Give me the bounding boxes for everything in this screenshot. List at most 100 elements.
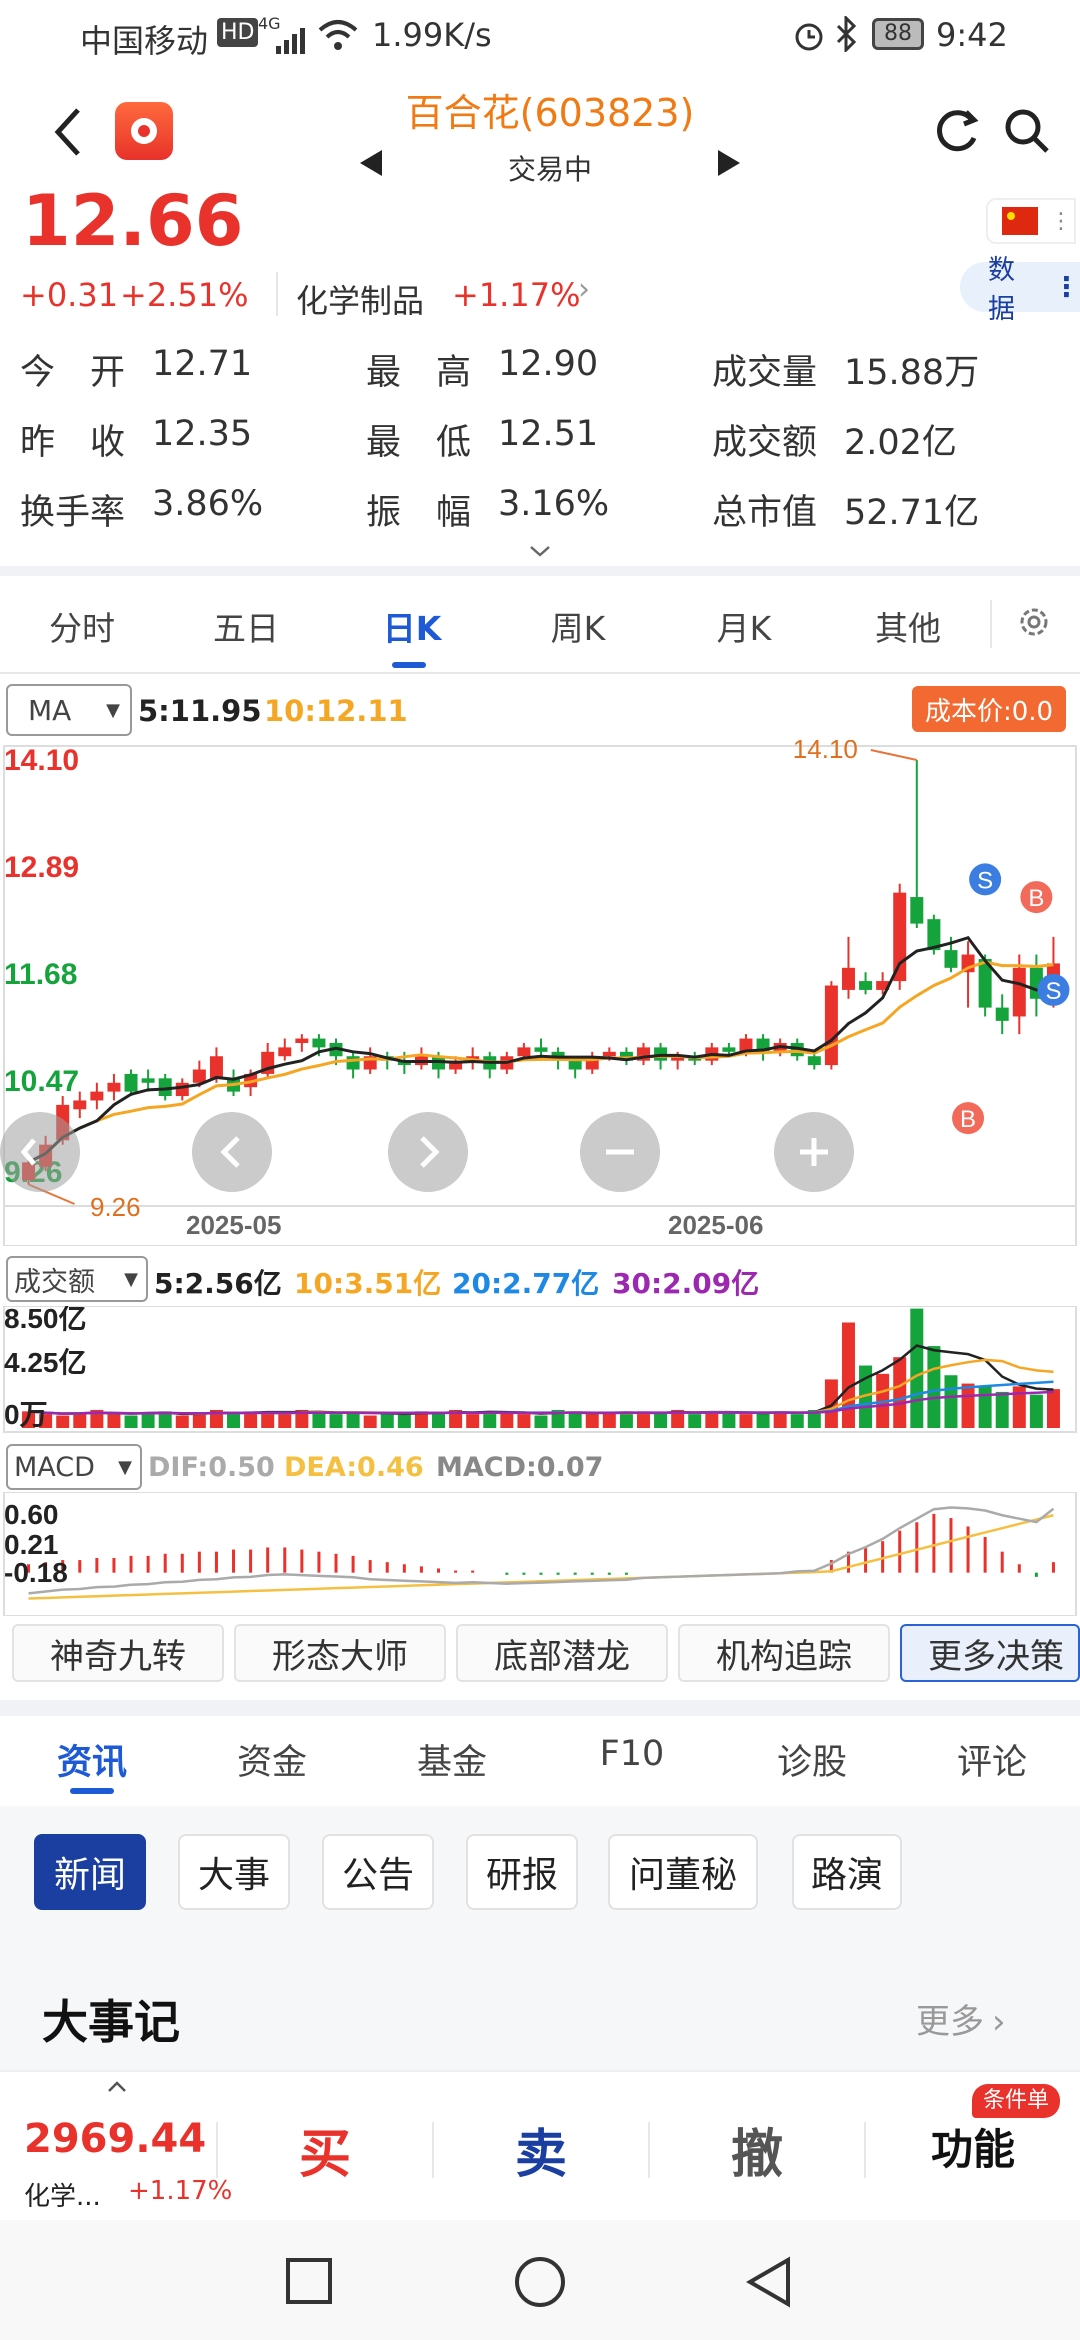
volume-bar: [380, 1412, 394, 1428]
refresh-icon[interactable]: [932, 106, 982, 156]
x-tick-label: 2025-05: [186, 1210, 281, 1240]
tab-news[interactable]: 资讯: [32, 1734, 152, 1785]
tab-wuri[interactable]: 五日: [186, 602, 306, 650]
candle-body: [90, 1091, 104, 1101]
zoom-in-icon[interactable]: [774, 1112, 854, 1192]
volume-bar: [192, 1414, 206, 1428]
alarm-icon: [795, 23, 823, 51]
sector-name[interactable]: 化学制品: [296, 276, 424, 322]
macd-dif-legend: DIF:0.50: [148, 1452, 275, 1483]
expand-up-icon[interactable]: [106, 2080, 128, 2094]
function-button[interactable]: 功能: [918, 2116, 1028, 2177]
zoom-reset-icon[interactable]: [0, 1112, 80, 1192]
volume-bar: [688, 1414, 702, 1428]
chart-settings-gear-icon[interactable]: [1014, 602, 1054, 642]
indicator-select-volume[interactable]: 成交额 ▼: [6, 1256, 148, 1302]
data-button-label: 数据: [988, 255, 1015, 325]
section-gap: [0, 566, 1080, 576]
tool-bottom-dragon[interactable]: 底部潜龙: [456, 1624, 668, 1682]
stock-title: 百合花(603823): [405, 91, 695, 135]
stat-value: 15.88万: [844, 353, 980, 393]
indicator-select-ma[interactable]: MA ▼: [6, 684, 132, 736]
stat-label: 成交量: [712, 353, 818, 393]
candle-body: [192, 1069, 206, 1083]
macd-y-tick: 0.60: [4, 1499, 59, 1530]
candle-body: [910, 897, 924, 924]
stat-value: 2.02亿: [844, 423, 957, 463]
quote-divider: [276, 272, 278, 316]
cost-price-button[interactable]: 成本价:0.0: [912, 686, 1066, 732]
candlestick-chart[interactable]: 14.1012.8911.6810.479.2614.109.262025-05…: [0, 740, 1080, 1246]
index-value[interactable]: 2969.44: [24, 2116, 206, 2162]
logo-icon: [131, 118, 157, 144]
sector-chevron-icon[interactable]: ›: [578, 272, 590, 307]
tabs-divider: [990, 600, 992, 648]
events-more-link[interactable]: 更多 ›: [916, 1994, 1006, 2043]
tool-pattern-master[interactable]: 形态大师: [234, 1624, 446, 1682]
tab-funds[interactable]: 资金: [212, 1734, 332, 1785]
chip-news[interactable]: 新闻: [34, 1834, 146, 1910]
search-icon[interactable]: [1002, 106, 1052, 156]
data-button[interactable]: 数据 ⋮: [960, 255, 1080, 325]
back-icon[interactable]: [50, 104, 86, 160]
stat-value: 12.35: [152, 414, 253, 454]
data-menu-icon: ⋮: [1053, 271, 1080, 303]
candle-body: [124, 1073, 138, 1092]
volume-bar: [705, 1412, 719, 1428]
volume-bar: [756, 1412, 770, 1428]
cancel-order-button[interactable]: 撤: [722, 2112, 792, 2187]
tab-monthly-k[interactable]: 月K: [684, 602, 804, 650]
status-bar: 中国移动 HD 4G 1.99K/s 88 9:42: [0, 0, 1080, 72]
tab-other[interactable]: 其他: [848, 602, 968, 650]
volume-bar: [619, 1414, 633, 1428]
buy-button[interactable]: 买: [290, 2112, 360, 2187]
sell-button[interactable]: 卖: [506, 2112, 576, 2187]
tab-daily-k[interactable]: 日K: [352, 602, 472, 650]
index-name[interactable]: 化学...: [24, 2176, 101, 2213]
dropdown-arrow-icon: ▼: [124, 1268, 138, 1290]
indicator-select-macd[interactable]: MACD ▼: [6, 1444, 142, 1490]
info-tabs: 资讯 资金 基金 F10 诊股 评论: [0, 1716, 1080, 1806]
chip-research[interactable]: 研报: [466, 1834, 578, 1910]
tab-f10[interactable]: F10: [572, 1734, 692, 1774]
sector-change-pct[interactable]: +1.17%: [452, 276, 580, 314]
pan-right-icon[interactable]: [388, 1112, 468, 1192]
market-flag[interactable]: ⋮: [986, 198, 1076, 244]
candle-body: [944, 950, 958, 968]
volume-bar: [961, 1383, 975, 1428]
chart-period-tabs: 分时 五日 日K 周K 月K 其他: [0, 576, 1080, 672]
tab-fenshi[interactable]: 分时: [22, 602, 142, 650]
expand-stats-icon[interactable]: [528, 544, 552, 558]
home-icon[interactable]: [512, 2254, 568, 2310]
stat-value: 3.16%: [498, 484, 610, 524]
back-nav-icon[interactable]: [742, 2254, 798, 2310]
tool-institution-tracking[interactable]: 机构追踪: [678, 1624, 890, 1682]
tab-fund[interactable]: 基金: [392, 1734, 512, 1785]
chip-announcements[interactable]: 公告: [322, 1834, 434, 1910]
app-header: 百合花(603823) 交易中: [0, 72, 1080, 190]
recent-apps-icon[interactable]: [284, 2256, 334, 2306]
volume-bar: [1029, 1394, 1043, 1428]
vol-legend-30: 30:2.09亿: [612, 1267, 760, 1300]
prev-stock-icon[interactable]: [358, 148, 384, 178]
tool-magic-nine[interactable]: 神奇九转: [12, 1624, 224, 1682]
next-stock-icon[interactable]: [716, 148, 742, 178]
volume-bar: [278, 1414, 292, 1428]
chip-roadshow[interactable]: 路演: [792, 1834, 902, 1910]
chip-ask-secretary[interactable]: 问董秘: [608, 1834, 758, 1910]
tab-diagnose[interactable]: 诊股: [752, 1734, 872, 1785]
macd-chart[interactable]: 0.600.21-0.18: [0, 1492, 1080, 1616]
candle-body: [107, 1082, 121, 1092]
zoom-out-icon[interactable]: [580, 1112, 660, 1192]
signal-icon: [276, 28, 305, 54]
tab-weekly-k[interactable]: 周K: [518, 602, 638, 650]
chip-events[interactable]: 大事: [178, 1834, 290, 1910]
tool-more-decisions[interactable]: 更多决策: [900, 1624, 1080, 1682]
candle-body: [73, 1100, 87, 1110]
indicator-select-ma-value: MA: [28, 693, 72, 727]
candle-body: [722, 1047, 736, 1052]
stat-label: 换手率: [20, 493, 126, 533]
pan-left-icon[interactable]: [192, 1112, 272, 1192]
volume-chart[interactable]: 8.50亿 4.25亿 0万: [0, 1306, 1080, 1434]
tab-comments[interactable]: 评论: [932, 1734, 1052, 1785]
